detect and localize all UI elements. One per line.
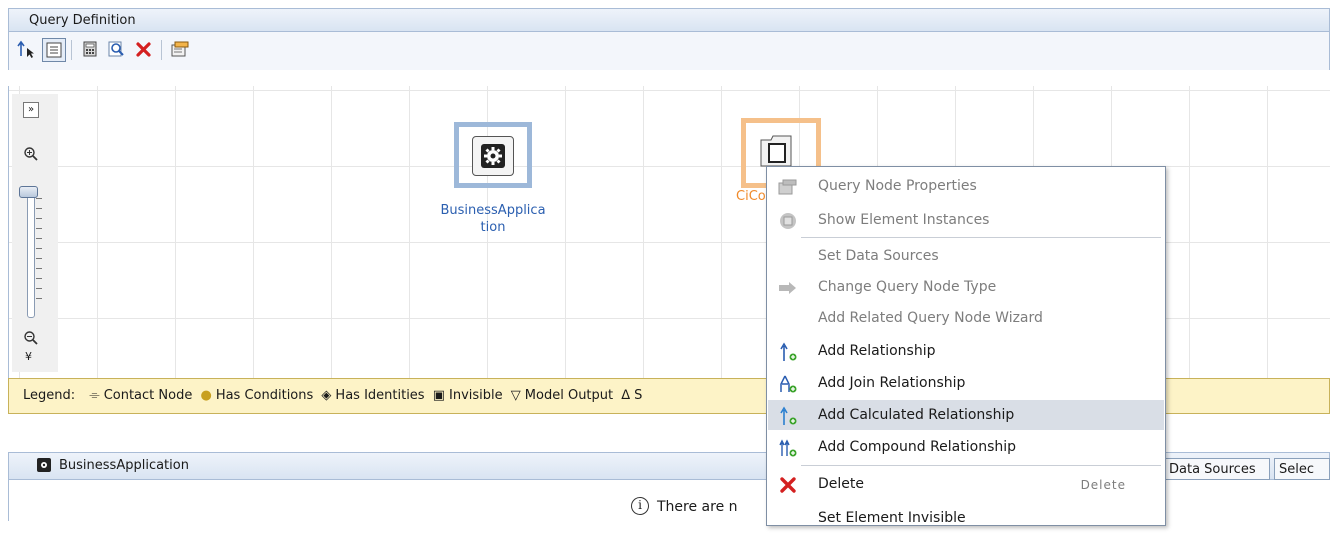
menu-item-label: Add Compound Relationship [818, 439, 1017, 455]
toolbar-separator [71, 40, 72, 60]
legend-item: Model Output [524, 388, 614, 403]
panel-title: Query Definition [29, 13, 136, 28]
query-node-business-application[interactable] [454, 122, 532, 188]
model-output-icon: ▽ [510, 388, 521, 403]
info-message: There are n [657, 499, 738, 515]
menu-separator [801, 237, 1161, 238]
details-title: BusinessApplication [59, 458, 189, 473]
menu-item-query-node-properties[interactable]: Query Node Properties [768, 171, 1164, 201]
menu-item-add-join-relationship[interactable]: Add Join Relationship [768, 368, 1164, 398]
legend-item: Contact Node [103, 388, 193, 403]
menu-item-shortcut: Delete [1080, 478, 1126, 492]
menu-item-change-query-node-type[interactable]: Change Query Node Type [768, 272, 1164, 302]
gear-icon [472, 136, 514, 176]
properties-icon[interactable] [169, 38, 191, 60]
zoom-slider-thumb[interactable] [19, 186, 38, 198]
menu-item-add-related-query-node-wizard[interactable]: Add Related Query Node Wizard [768, 303, 1164, 333]
tab-selected-identification[interactable]: Selec [1274, 458, 1330, 480]
has-identities-icon: ◈ [321, 388, 332, 403]
menu-item-add-relationship[interactable]: Add Relationship [768, 336, 1164, 366]
menu-item-label: Add Related Query Node Wizard [818, 310, 1043, 326]
menu-item-label: Set Element Invisible [818, 510, 966, 526]
menu-item-label: Add Calculated Relationship [818, 407, 1015, 423]
add-relationship-icon [778, 342, 798, 362]
contact-node-icon: ⌯ [89, 388, 100, 403]
toolbar-separator [161, 40, 162, 60]
context-menu: Query Node Properties Show Element Insta… [766, 166, 1166, 526]
instances-icon [778, 211, 798, 231]
menu-item-set-data-sources[interactable]: Set Data Sources [768, 241, 1164, 271]
properties-icon [778, 177, 798, 197]
list-view-icon[interactable] [42, 38, 66, 62]
add-compound-relationship-icon [778, 438, 798, 458]
tab-data-sources[interactable]: Data Sources [1164, 458, 1270, 480]
gear-icon [37, 458, 51, 472]
legend-label: Legend: [23, 388, 76, 403]
find-icon[interactable] [105, 38, 127, 60]
node-label-ci-collection[interactable]: CiCo [736, 188, 768, 205]
subgraph-icon: ᐃ [621, 388, 631, 403]
zoom-slider-ticks [36, 198, 42, 308]
menu-item-label: Show Element Instances [818, 212, 990, 228]
pointer-relationship-icon[interactable] [15, 38, 37, 60]
zoom-in-icon[interactable] [23, 146, 39, 166]
zoom-slider-track[interactable] [27, 186, 35, 318]
menu-item-label: Change Query Node Type [818, 279, 997, 295]
delete-icon [778, 475, 798, 495]
legend-item: Invisible [449, 388, 503, 403]
menu-item-label: Set Data Sources [818, 248, 939, 264]
expand-panel-icon[interactable]: » [23, 102, 39, 118]
menu-item-label: Add Join Relationship [818, 375, 966, 391]
zoom-out-icon[interactable] [23, 330, 39, 350]
node-label-line2: tion [480, 220, 506, 235]
menu-item-show-element-instances[interactable]: Show Element Instances [768, 205, 1164, 235]
menu-item-label: Query Node Properties [818, 178, 977, 194]
menu-item-label: Add Relationship [818, 343, 936, 359]
calculator-icon[interactable] [79, 38, 101, 60]
legend-row: Legend: ⌯ Contact Node ● Has Conditions ◈ H… [23, 388, 646, 403]
change-type-icon [778, 278, 798, 298]
info-icon: i [631, 497, 649, 515]
invisible-icon: ▣ [432, 388, 446, 403]
folder-icon [759, 132, 793, 168]
menu-item-set-element-invisible[interactable]: Set Element Invisible [768, 503, 1164, 533]
delete-icon[interactable] [133, 38, 155, 60]
node-label-business-application[interactable]: BusinessApplica tion [420, 202, 566, 236]
menu-item-add-compound-relationship[interactable]: Add Compound Relationship [768, 432, 1164, 462]
menu-separator [801, 465, 1161, 466]
menu-item-add-calculated-relationship[interactable]: Add Calculated Relationship [768, 400, 1164, 430]
query-definition-header: Query Definition [8, 8, 1330, 32]
legend-item: S [634, 388, 643, 403]
add-join-relationship-icon [778, 374, 798, 394]
add-calculated-relationship-icon [778, 406, 798, 426]
menu-item-label: Delete [818, 476, 864, 492]
legend-item: Has Identities [335, 388, 425, 403]
has-conditions-icon: ● [200, 388, 212, 403]
collapse-icon[interactable]: ¥ [25, 350, 32, 363]
node-label-line1: BusinessApplica [440, 203, 546, 218]
zoom-panel: » ¥ [12, 94, 58, 372]
legend-item: Has Conditions [215, 388, 314, 403]
toolbar [8, 32, 1330, 70]
menu-item-delete[interactable]: Delete Delete [768, 469, 1164, 499]
